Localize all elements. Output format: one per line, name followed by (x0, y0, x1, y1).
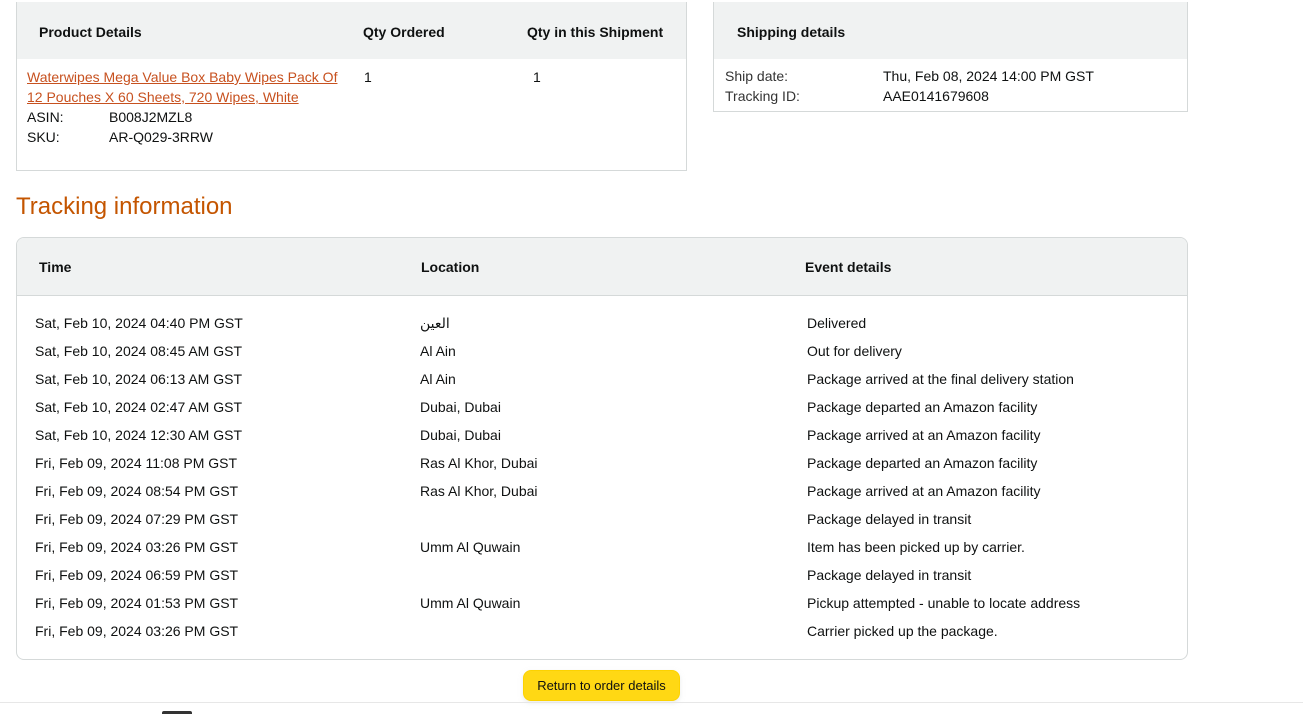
row-location: Dubai, Dubai (420, 399, 501, 415)
row-location: Ras Al Khor, Dubai (420, 455, 538, 471)
tracking-table: Time Location Event details Sat, Feb 10,… (16, 237, 1188, 660)
row-event: Package departed an Amazon facility (807, 455, 1038, 471)
tracking-page: Product Details Qty Ordered Qty in this … (0, 0, 1303, 714)
qty-shipment-value: 1 (533, 69, 541, 85)
row-time: Sat, Feb 10, 2024 12:30 AM GST (35, 427, 243, 443)
sku-label: SKU: (27, 129, 60, 145)
table-row: Fri, Feb 09, 2024 01:53 PM GST Umm Al Quw… (17, 593, 1187, 621)
table-row: Sat, Feb 10, 2024 02:47 AM GST Dubai, Dub… (17, 397, 1187, 425)
row-location: Al Ain (420, 371, 456, 387)
row-location: Al Ain (420, 343, 456, 359)
header-qty-ordered: Qty Ordered (363, 24, 445, 40)
row-location: Umm Al Quwain (420, 595, 521, 611)
product-details-table: Product Details Qty Ordered Qty in this … (16, 2, 687, 171)
shipping-header: Shipping details (714, 2, 1187, 59)
shipping-details-table: Shipping details Ship date: Thu, Feb 08, … (713, 2, 1188, 112)
table-row: Fri, Feb 09, 2024 07:29 PM GST Package de… (17, 509, 1187, 537)
row-location: Ras Al Khor, Dubai (420, 483, 538, 499)
row-time: Fri, Feb 09, 2024 07:29 PM GST (35, 511, 239, 527)
row-time: Sat, Feb 10, 2024 04:40 PM GST (35, 315, 243, 331)
row-event: Pickup attempted - unable to locate addr… (807, 595, 1081, 611)
row-time: Fri, Feb 09, 2024 08:54 PM GST (35, 483, 239, 499)
table-row: Fri, Feb 09, 2024 03:26 PM GST Carrier pi… (17, 621, 1187, 649)
row-time: Fri, Feb 09, 2024 03:26 PM GST (35, 539, 239, 555)
row-event: Out for delivery (807, 343, 902, 359)
row-time: Sat, Feb 10, 2024 06:13 AM GST (35, 371, 243, 387)
product-table-header: Product Details Qty Ordered Qty in this … (17, 2, 686, 59)
tracking-rows: Sat, Feb 10, 2024 04:40 PM GST العين Deliv… (17, 313, 1187, 649)
shipping-header-label: Shipping details (737, 24, 846, 40)
row-event: Package delayed in transit (807, 567, 972, 583)
table-row: Fri, Feb 09, 2024 08:54 PM GST Ras Al Kho… (17, 481, 1187, 509)
tracking-title: Tracking information (16, 193, 233, 220)
row-time: Fri, Feb 09, 2024 03:26 PM GST (35, 623, 239, 639)
tracking-id-row: Tracking ID: AAE0141679608 (725, 86, 989, 106)
sku-row: SKU: AR-Q029-3RRW (27, 127, 213, 147)
row-event: Package arrived at the final delivery st… (807, 371, 1074, 387)
row-time: Sat, Feb 10, 2024 08:45 AM GST (35, 343, 243, 359)
ship-date-row: Ship date: Thu, Feb 08, 2024 14:00 PM GST (725, 66, 1094, 86)
return-to-order-details-button[interactable]: Return to order details (523, 670, 680, 701)
tracking-id-value: AAE0141679608 (883, 88, 989, 104)
asin-value: B008J2MZL8 (109, 109, 193, 125)
row-location: العين (420, 315, 450, 331)
product-title-link[interactable]: Waterwipes Mega Value Box Baby Wipes Pac… (27, 67, 347, 107)
table-row: Fri, Feb 09, 2024 11:08 PM GST Ras Al Kho… (17, 453, 1187, 481)
row-event: Delivered (807, 315, 867, 331)
row-location: Dubai, Dubai (420, 427, 501, 443)
ship-date-value: Thu, Feb 08, 2024 14:00 PM GST (883, 68, 1094, 84)
row-location: Umm Al Quwain (420, 539, 521, 555)
row-time: Fri, Feb 09, 2024 06:59 PM GST (35, 567, 239, 583)
row-event: Package arrived at an Amazon facility (807, 427, 1041, 443)
table-row: Sat, Feb 10, 2024 08:45 AM GST Al Ain Out … (17, 341, 1187, 369)
row-event: Item has been picked up by carrier. (807, 539, 1025, 555)
product-title-line2: 12 Pouches X 60 Sheets, 720 Wipes, White (27, 89, 299, 105)
ship-date-label: Ship date: (725, 68, 789, 84)
table-row: Fri, Feb 09, 2024 03:26 PM GST Umm Al Quw… (17, 537, 1187, 565)
row-event: Carrier picked up the package. (807, 623, 998, 639)
tracking-table-header: Time Location Event details (17, 238, 1187, 296)
row-event: Package arrived at an Amazon facility (807, 483, 1041, 499)
product-title-line1: Waterwipes Mega Value Box Baby Wipes Pac… (27, 69, 338, 85)
row-time: Sat, Feb 10, 2024 02:47 AM GST (35, 399, 243, 415)
sku-value: AR-Q029-3RRW (109, 129, 213, 145)
table-row: Sat, Feb 10, 2024 12:30 AM GST Dubai, Dub… (17, 425, 1187, 453)
asin-row: ASIN: B008J2MZL8 (27, 107, 192, 127)
header-time: Time (39, 259, 72, 275)
table-row: Fri, Feb 09, 2024 06:59 PM GST Package de… (17, 565, 1187, 593)
tracking-id-label: Tracking ID: (725, 88, 800, 104)
asin-label: ASIN: (27, 109, 64, 125)
header-product-details: Product Details (39, 24, 142, 40)
header-event-details: Event details (805, 259, 892, 275)
table-row: Sat, Feb 10, 2024 04:40 PM GST العين Deliv… (17, 313, 1187, 341)
row-event: Package delayed in transit (807, 511, 972, 527)
row-time: Fri, Feb 09, 2024 01:53 PM GST (35, 595, 239, 611)
header-location: Location (421, 259, 480, 275)
row-event: Package departed an Amazon facility (807, 399, 1038, 415)
bottom-divider (0, 702, 1303, 703)
qty-ordered-value: 1 (364, 69, 372, 85)
row-time: Fri, Feb 09, 2024 11:08 PM GST (35, 455, 238, 471)
header-qty-shipment: Qty in this Shipment (527, 24, 664, 40)
table-row: Sat, Feb 10, 2024 06:13 AM GST Al Ain Pack… (17, 369, 1187, 397)
